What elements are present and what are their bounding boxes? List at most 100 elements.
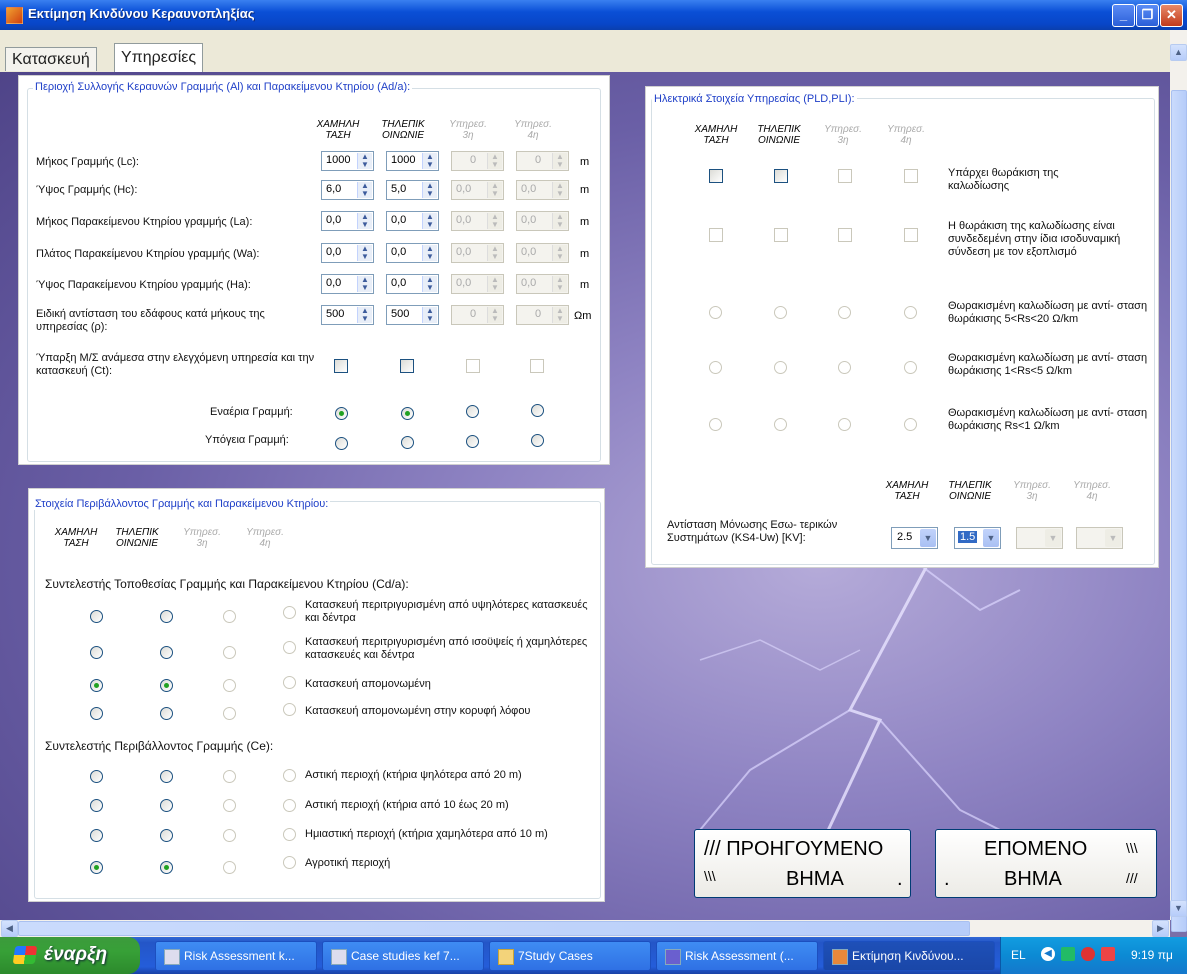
vertical-scroll-thumb[interactable]	[1171, 90, 1187, 932]
environment-group-legend: Στοιχεία Περιβάλλοντος Γραμμής και Παρακ…	[33, 498, 331, 510]
adjacent-length-low-voltage[interactable]: 0,0 ▲ ▼	[321, 211, 374, 231]
scroll-down-arrow-icon[interactable]: ▼	[1170, 900, 1187, 917]
adjacent-height-low-voltage[interactable]: 0,0 ▲ ▼	[321, 274, 374, 294]
ce3-radio-telecom[interactable]	[160, 861, 173, 874]
cd-option-hilltop: Κατασκευή απομονωμένη στην κορυφή λόφου	[305, 705, 531, 717]
start-button[interactable]: έναρξη	[0, 937, 140, 974]
transformer-checkbox-service3	[466, 359, 480, 373]
antivirus-icon[interactable]	[1081, 947, 1095, 961]
app-icon	[832, 949, 848, 965]
taskbar-item-case-studies[interactable]: Case studies kef 7...	[322, 941, 484, 971]
horizontal-scrollbar[interactable]: ◀ ▶	[0, 920, 1170, 937]
rs1-radio-service3	[838, 361, 851, 374]
line-height-telecom[interactable]: 5,0 ▲ ▼	[386, 180, 439, 200]
ce2-radio-telecom[interactable]	[160, 829, 173, 842]
clock[interactable]: 9:19 πμ	[1131, 948, 1173, 962]
line-length-low-voltage[interactable]: 1000 ▲ ▼	[321, 151, 374, 171]
adjacent-width-label: Πλάτος Παρακείμενου Κτηρίου γραμμής (Wa)…	[36, 248, 260, 260]
area-group-legend: Περιοχή Συλλογής Κεραυνών Γραμμής (Al) κ…	[33, 81, 413, 93]
tray-app-icon[interactable]	[1061, 947, 1075, 961]
shield-checkbox-low-voltage[interactable]	[709, 169, 723, 183]
unit-ohm-m: Ωm	[574, 310, 592, 322]
ks4-select-telecom[interactable]: 1.5 ▼	[954, 527, 1001, 549]
cd1-radio-telecom[interactable]	[160, 646, 173, 659]
windows-logo-icon	[12, 946, 38, 964]
tab-construction[interactable]: Κατασκευή	[5, 47, 97, 71]
ce3-radio-low-voltage[interactable]	[90, 861, 103, 874]
security-alert-icon[interactable]	[1101, 947, 1115, 961]
overhead-line-label: Εναέρια Γραμμή:	[210, 406, 293, 418]
cd0-radio-low-voltage[interactable]	[90, 610, 103, 623]
ce1-radio-low-voltage[interactable]	[90, 799, 103, 812]
collapse-tray-icon[interactable]: ◀	[1041, 947, 1055, 961]
soil-resistivity-telecom[interactable]: 500 ▲ ▼	[386, 305, 439, 325]
ce0-radio-low-voltage[interactable]	[90, 770, 103, 783]
underground-radio-service4[interactable]	[531, 434, 544, 447]
ks4-label: Αντίσταση Μόνωσης Εσω- τερικών Συστημάτω…	[667, 519, 838, 544]
taskbar-item-risk-assessment-k[interactable]: Risk Assessment k...	[155, 941, 317, 971]
rs0-radio-telecom	[774, 306, 787, 319]
taskbar-item-study-cases[interactable]: 7Study Cases	[489, 941, 651, 971]
cd3-radio-low-voltage[interactable]	[90, 707, 103, 720]
line-length-telecom[interactable]: 1000 ▲ ▼	[386, 151, 439, 171]
cd0-radio-service3	[223, 610, 236, 623]
cd1-radio-service3	[223, 646, 236, 659]
adjacent-width-telecom[interactable]: 0,0 ▲ ▼	[386, 243, 439, 263]
close-button[interactable]: ✕	[1160, 4, 1183, 27]
adjacent-length-telecom[interactable]: 0,0 ▲ ▼	[386, 211, 439, 231]
adjacent-width-low-voltage[interactable]: 0,0 ▲ ▼	[321, 243, 374, 263]
previous-step-button[interactable]: /// ΠΡΟΗΓΟΥΜΕΝΟ \\\ ΒΗΜΑ .	[694, 829, 911, 898]
cd2-radio-service4	[283, 676, 296, 689]
environment-panel: Στοιχεία Περιβάλλοντος Γραμμής και Παρακ…	[28, 488, 605, 902]
cd2-radio-telecom[interactable]	[160, 679, 173, 692]
scroll-right-arrow-icon[interactable]: ▶	[1152, 920, 1169, 937]
bonded-checkbox-service3	[838, 228, 852, 242]
horizontal-scroll-thumb[interactable]	[18, 921, 970, 936]
transformer-checkbox-telecom[interactable]	[400, 359, 414, 373]
ce-option-suburban: Ημιαστική περιοχή (κτήρια χαμηλότερα από…	[305, 828, 548, 840]
underground-radio-telecom[interactable]	[401, 436, 414, 449]
title-bar: Εκτίμηση Κινδύνου Κεραυνοπληξίας _ ❐ ✕	[0, 0, 1187, 30]
rs0-radio-low-voltage	[709, 306, 722, 319]
cd2-radio-low-voltage[interactable]	[90, 679, 103, 692]
soil-resistivity-low-voltage[interactable]: 500 ▲ ▼	[321, 305, 374, 325]
scroll-up-arrow-icon[interactable]: ▲	[1170, 44, 1187, 61]
cd1-radio-low-voltage[interactable]	[90, 646, 103, 659]
cd3-radio-service3	[223, 707, 236, 720]
overhead-radio-service4[interactable]	[531, 404, 544, 417]
line-height-service3: 0,0 ▲ ▼	[451, 180, 504, 200]
transformer-checkbox-low-voltage[interactable]	[334, 359, 348, 373]
overhead-radio-low-voltage[interactable]	[335, 407, 348, 420]
underground-radio-service3[interactable]	[466, 435, 479, 448]
tab-services[interactable]: Υπηρεσίες	[114, 43, 204, 72]
cd3-radio-telecom[interactable]	[160, 707, 173, 720]
ce0-radio-telecom[interactable]	[160, 770, 173, 783]
ce-option-urban-tall: Αστική περιοχή (κτήρια ψηλότερα από 20 m…	[305, 769, 522, 781]
language-indicator[interactable]: EL	[1011, 948, 1026, 962]
rs2-radio-low-voltage	[709, 418, 722, 431]
cd0-radio-telecom[interactable]	[160, 610, 173, 623]
maximize-button[interactable]: ❐	[1136, 4, 1159, 27]
ce1-radio-telecom[interactable]	[160, 799, 173, 812]
unit-m: m	[580, 216, 590, 228]
minimize-button[interactable]: _	[1112, 4, 1135, 27]
vertical-scrollbar[interactable]: ▲ ▼	[1170, 30, 1187, 932]
ce2-radio-low-voltage[interactable]	[90, 829, 103, 842]
col-header-telecom: ΤΗΛΕΠΙΚ ΟΙΝΩΝΙΕ	[948, 480, 992, 502]
app-icon	[6, 7, 23, 24]
taskbar-item-risk-estimation-app[interactable]: Εκτίμηση Κινδύνου...	[823, 941, 995, 971]
adjacent-height-telecom[interactable]: 0,0 ▲ ▼	[386, 274, 439, 294]
underground-radio-low-voltage[interactable]	[335, 437, 348, 450]
ce1-radio-service3	[223, 799, 236, 812]
shield-checkbox-telecom[interactable]	[774, 169, 788, 183]
col-header-service3: Υπηρεσ. 3η	[1013, 480, 1051, 502]
line-height-low-voltage[interactable]: 6,0 ▲ ▼	[321, 180, 374, 200]
ks4-select-low-voltage[interactable]: 2.5 ▼	[891, 527, 938, 549]
taskbar-item-risk-assessment-vs[interactable]: Risk Assessment (...	[656, 941, 818, 971]
overhead-radio-telecom[interactable]	[401, 407, 414, 420]
next-step-button[interactable]: ΕΠΟΜΕΝΟ \\\ . ΒΗΜΑ ///	[935, 829, 1157, 898]
overhead-radio-service3[interactable]	[466, 405, 479, 418]
scroll-left-arrow-icon[interactable]: ◀	[1, 920, 18, 937]
line-height-service4: 0,0 ▲ ▼	[516, 180, 569, 200]
adjacent-width-service4: 0,0 ▲ ▼	[516, 243, 569, 263]
